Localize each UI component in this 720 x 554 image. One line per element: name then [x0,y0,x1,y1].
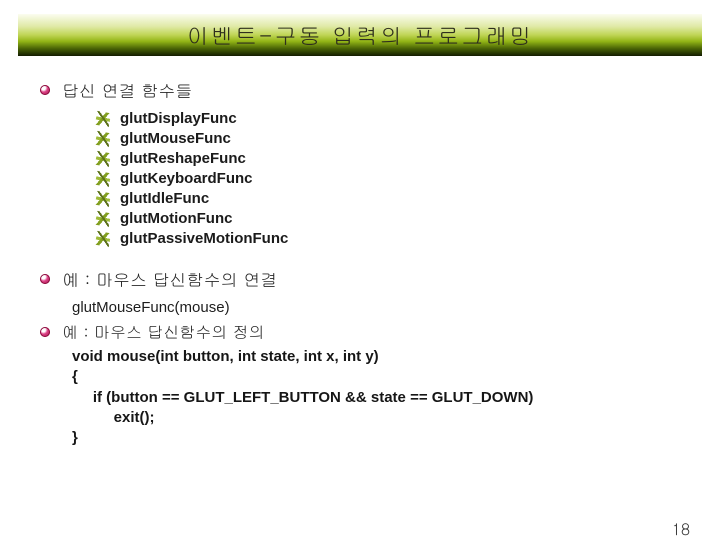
list-item: glutPassiveMotionFunc [96,230,680,247]
code-block: void mouse(int button, int state, int x,… [72,347,680,448]
page-number: 18 [672,517,690,540]
list-item: glutKeyboardFunc [96,170,680,187]
slide-title: 이벤트-구동 입력의 프로그래밍 [18,14,702,56]
heading-example-connect: 예 : 마우스 답신함수의 연결 [40,267,680,291]
heading-callback-funcs: 답신 연결 함수들 [40,78,680,102]
example-call-line: glutMouseFunc(mouse) [72,299,680,316]
callback-func-list: glutDisplayFunc glutMouseFunc glutReshap… [96,110,680,247]
list-item: glutDisplayFunc [96,110,680,127]
list-item: glutMouseFunc [96,130,680,147]
list-item: glutReshapeFunc [96,150,680,167]
list-item: glutMotionFunc [96,210,680,227]
heading-example-define: 예 : 마우스 답신함수의 정의 [40,320,680,343]
slide-body: 답신 연결 함수들 glutDisplayFunc glutMouseFunc … [0,78,720,448]
list-item: glutIdleFunc [96,190,680,207]
